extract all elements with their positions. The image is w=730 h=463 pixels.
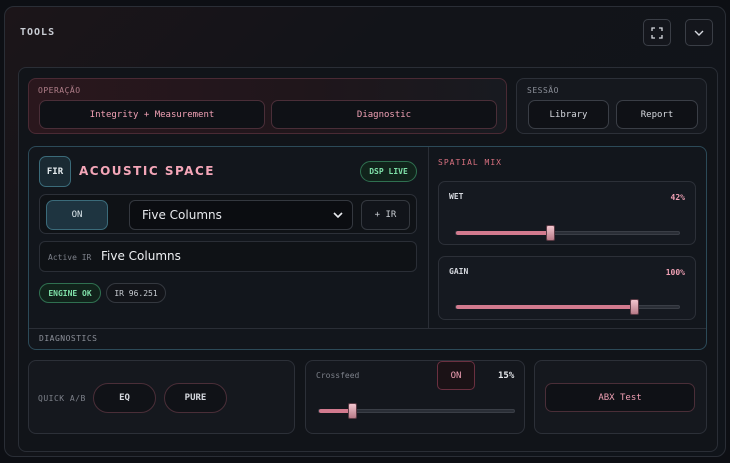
active-ir-key: Active IR (48, 253, 92, 262)
ir-select[interactable]: Five Columns (129, 200, 353, 230)
chevron-down-icon (333, 212, 343, 219)
eq-button[interactable]: EQ (93, 383, 156, 413)
crossfeed-slider-thumb[interactable] (348, 403, 358, 419)
library-button[interactable]: Library (528, 100, 609, 129)
sessao-label: SESSÃO (527, 86, 559, 95)
diagnostic-button[interactable]: Diagnostic (271, 100, 497, 129)
acoustic-space-title: ACOUSTIC SPACE (79, 164, 215, 178)
wet-slider-card: WET 42% (438, 181, 696, 245)
crossfeed-label: Crossfeed (316, 371, 360, 380)
wet-value: 42% (670, 193, 685, 202)
acoustic-on-toggle[interactable]: ON (46, 200, 108, 230)
quick-ab-panel: QUICK A/B EQ PURE (28, 360, 295, 434)
wet-label: WET (449, 192, 464, 201)
crossfeed-on-toggle[interactable]: ON (437, 361, 475, 390)
tools-content: OPERAÇÃO Integrity + Measurement Diagnos… (18, 67, 718, 452)
add-ir-button[interactable]: + IR (361, 200, 410, 230)
dsp-live-badge: DSP LIVE (360, 161, 417, 182)
tools-window: TOOLS OPERAÇÃO Integrity + Measurement D… (4, 6, 726, 457)
abx-test-button[interactable]: ABX Test (545, 383, 695, 412)
wet-slider-thumb[interactable] (545, 225, 555, 241)
gain-label: GAIN (449, 267, 469, 276)
quick-ab-label: QUICK A/B (38, 394, 86, 403)
ir-select-value: Five Columns (142, 208, 222, 222)
tools-title: TOOLS (20, 27, 56, 38)
diagnostics-label: DIAGNOSTICS (39, 334, 98, 343)
gain-slider-thumb[interactable] (630, 299, 640, 315)
fir-button[interactable]: FIR (39, 156, 71, 187)
acoustic-controls: FIR ACOUSTIC SPACE DSP LIVE ON Five Colu… (29, 147, 428, 328)
collapse-button[interactable] (685, 19, 713, 46)
report-button[interactable]: Report (616, 100, 698, 129)
fullscreen-icon (651, 26, 663, 39)
gain-slider[interactable] (455, 299, 680, 315)
ir-rate-badge: IR 96.251 (106, 283, 166, 303)
gain-slider-fill (456, 305, 635, 309)
crossfeed-value: 15% (498, 371, 515, 381)
pure-button[interactable]: PURE (164, 383, 227, 413)
ir-control-row: ON Five Columns + IR (39, 194, 417, 234)
crossfeed-slider[interactable] (318, 403, 515, 419)
gain-slider-card: GAIN 100% (438, 256, 696, 320)
abx-panel: ABX Test (534, 360, 707, 434)
integrity-measurement-button[interactable]: Integrity + Measurement (39, 100, 265, 129)
chevron-down-icon (694, 30, 704, 36)
engine-ok-badge: ENGINE OK (39, 283, 101, 303)
operacao-panel: OPERAÇÃO Integrity + Measurement Diagnos… (28, 78, 507, 134)
active-ir-value: Five Columns (101, 249, 181, 263)
acoustic-space-panel: FIR ACOUSTIC SPACE DSP LIVE ON Five Colu… (28, 146, 707, 350)
crossfeed-panel: Crossfeed ON 15% (305, 360, 525, 434)
wet-slider[interactable] (455, 225, 680, 241)
active-ir-display: Active IR Five Columns (39, 241, 417, 272)
panel-divider (428, 147, 429, 328)
wet-slider-fill (456, 231, 550, 235)
sessao-panel: SESSÃO Library Report (516, 78, 707, 134)
fullscreen-button[interactable] (643, 19, 671, 46)
operacao-label: OPERAÇÃO (38, 86, 81, 95)
panel-divider (29, 328, 706, 329)
spatial-mix-title: SPATIAL MIX (438, 158, 502, 167)
gain-value: 100% (665, 268, 685, 277)
